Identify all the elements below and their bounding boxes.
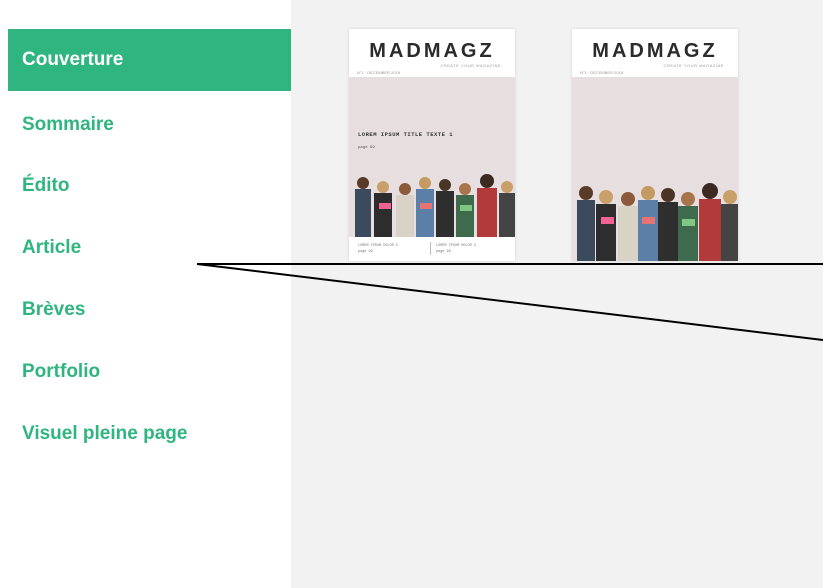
sidebar-item-edito[interactable]: Édito bbox=[8, 155, 291, 217]
magazine-logo: MADMAGZ bbox=[369, 40, 495, 62]
magazine-tagline: CREATE YOUR MAGAZINE bbox=[663, 63, 724, 68]
issue-info: N°1 · DECEMBER 2018 bbox=[357, 70, 400, 75]
sidebar: Couverture Sommaire Édito Article Brèves… bbox=[0, 0, 291, 588]
cover-footer: LOREM IPSUM DOLOR 2 page 99 LOREM IPSUM … bbox=[349, 237, 515, 261]
sidebar-item-breves[interactable]: Brèves bbox=[8, 279, 291, 341]
cover-header: MADMAGZ CREATE YOUR MAGAZINE N°1 · DECEM… bbox=[572, 29, 738, 77]
sidebar-item-visuel-pleine-page[interactable]: Visuel pleine page bbox=[8, 403, 291, 465]
issue-info: N°1 · DECEMBER 2018 bbox=[580, 70, 623, 75]
sidebar-item-sommaire[interactable]: Sommaire bbox=[8, 94, 291, 156]
template-preview-area: MADMAGZ CREATE YOUR MAGAZINE N°1 · DECEM… bbox=[291, 0, 823, 588]
sidebar-item-portfolio[interactable]: Portfolio bbox=[8, 341, 291, 403]
cover-headline: LOREM IPSUM TITLE TEXTE 1 bbox=[358, 131, 454, 138]
footer-right-page: page 99 bbox=[436, 250, 451, 254]
magazine-logo: MADMAGZ bbox=[592, 40, 718, 62]
footer-left-page: page 99 bbox=[358, 250, 373, 254]
footer-divider bbox=[430, 242, 431, 255]
cover-template-2[interactable]: MADMAGZ CREATE YOUR MAGAZINE N°1 · DECEM… bbox=[572, 29, 738, 261]
cover-page-ref: page 99 bbox=[358, 146, 375, 150]
sidebar-item-article[interactable]: Article bbox=[8, 217, 291, 279]
magazine-tagline: CREATE YOUR MAGAZINE bbox=[440, 63, 501, 68]
cover-header: MADMAGZ CREATE YOUR MAGAZINE N°1 · DECEM… bbox=[349, 29, 515, 77]
cover-template-1[interactable]: MADMAGZ CREATE YOUR MAGAZINE N°1 · DECEM… bbox=[349, 29, 515, 261]
sidebar-item-couverture[interactable]: Couverture bbox=[8, 29, 291, 91]
group-photo-image bbox=[572, 179, 738, 261]
group-photo-image bbox=[349, 173, 515, 237]
